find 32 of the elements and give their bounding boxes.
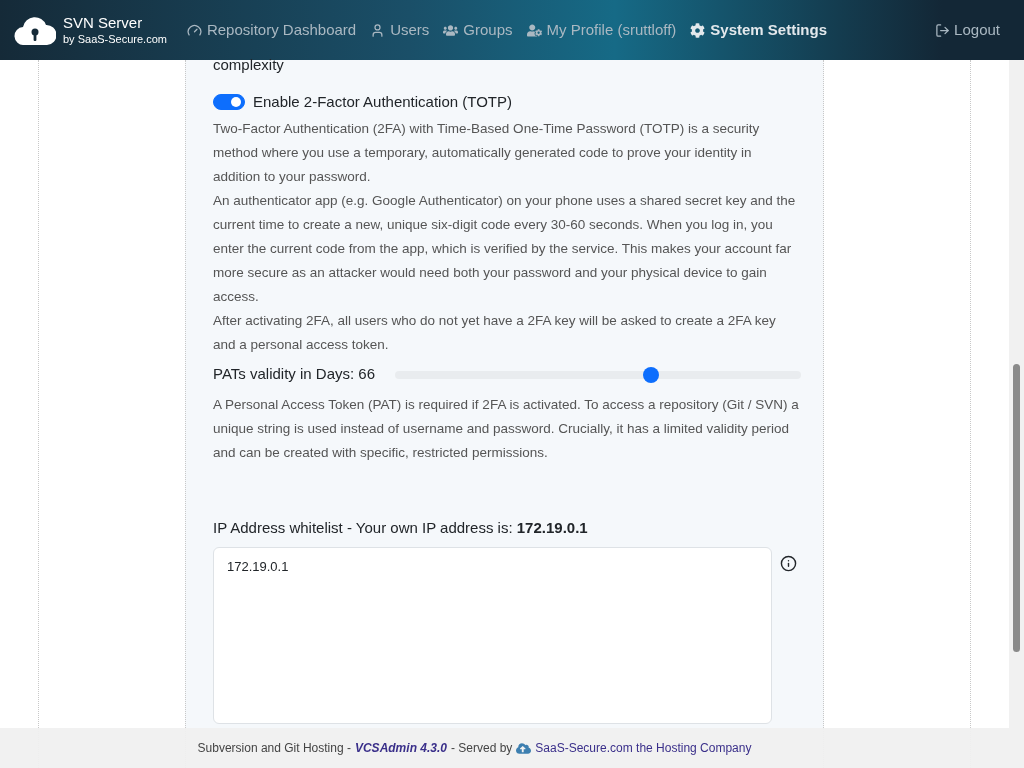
product-version: VCSAdmin 4.3.0	[354, 740, 447, 757]
slider-thumb[interactable]	[642, 366, 659, 383]
ip-whitelist-label: IP Address whitelist - Your own IP address is: 172.19.0.1	[213, 517, 589, 538]
truncated-text: complexity	[213, 56, 285, 74]
footer-text: - Served by	[451, 740, 513, 757]
brand-subtitle: by SaaS-Secure.com	[63, 32, 167, 47]
scrollbar[interactable]	[1009, 60, 1024, 768]
user-icon	[370, 22, 386, 38]
nav-link[interactable]: Users	[370, 18, 430, 42]
footer-text: Subversion and Git Hosting -	[197, 740, 351, 757]
pat-description: A Personal Access Token (PAT) is required if 2FA is activated. To access a repository (Git / SVN) a unique string is used instead of username and password. Crucially, it has a limited validity period and can be created with specific, restricted permissions.	[213, 395, 800, 462]
cloud-upload-icon	[516, 740, 532, 756]
settings-icon	[690, 22, 706, 38]
toggle-label: Enable 2-Factor Authentication (TOTP)	[253, 92, 512, 112]
nav-link[interactable]: Repository Dashboard	[186, 18, 357, 42]
nav-link[interactable]: Groups	[443, 18, 513, 42]
description-paragraph: After activating 2FA, all users who do not yet have a 2FA key will be asked to create a 2FA key and a personal access token.	[213, 311, 777, 354]
logout-icon	[935, 22, 951, 38]
gauge-icon	[186, 22, 202, 38]
description-paragraph: An authenticator app (e.g. Google Authenticator) on your phone uses a shared secret key and the current time to create a new, unique six-digit code every 30-60 seconds. When you log in, you enter the current code from the app, which is verified by the service. This makes your account far more secure as an attacker would need both your password and your physical device to gain access.	[213, 191, 797, 306]
hosting-link[interactable]: SaaS-Secure.com the Hosting Company	[535, 739, 752, 757]
nav-link[interactable]: System Settings	[690, 18, 828, 42]
ip-whitelist-field[interactable]: 172.19.0.1	[213, 547, 772, 724]
users-icon	[443, 22, 459, 38]
logout-link[interactable]: Logout	[935, 18, 1000, 42]
slider-label: PATs validity in Days: 66	[213, 364, 376, 385]
user-gear-icon	[526, 22, 542, 38]
toggle-switch[interactable]	[213, 94, 245, 111]
info-icon[interactable]	[780, 555, 797, 572]
cloud-lock-logo-icon	[14, 15, 56, 45]
brand-title: SVN Server	[63, 13, 144, 33]
description-paragraph: Two-Factor Authentication (2FA) with Time-Based One-Time Password (TOTP) is a security method where you use a temporary, automatically generated code to prove your identity in addition to your password.	[213, 119, 761, 186]
